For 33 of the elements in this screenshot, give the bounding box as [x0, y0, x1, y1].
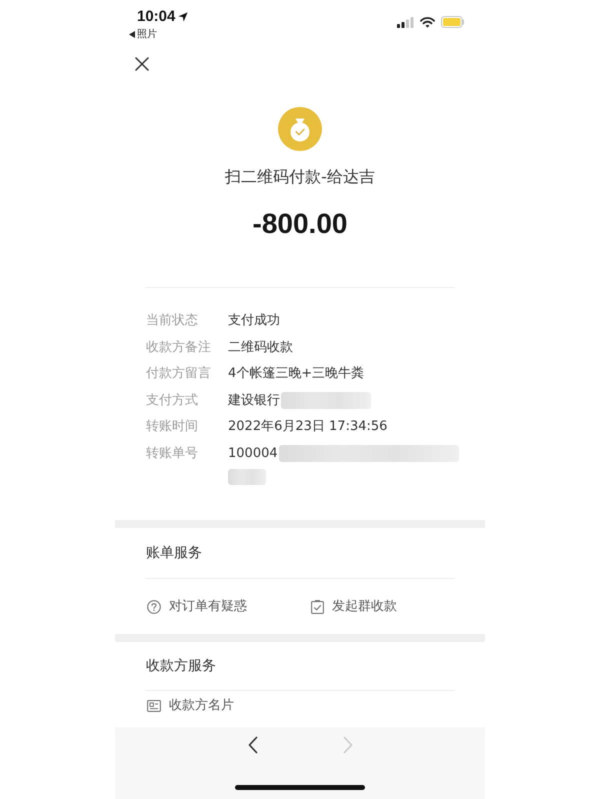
detail-value: 2022年6月23日 17:34:56 [228, 418, 388, 436]
payment-title: 扫二维码付款-给达吉 [225, 167, 375, 186]
card-icon [147, 700, 161, 712]
detail-label: 收款方备注 [146, 338, 211, 356]
detail-value: 支付成功 [228, 312, 280, 330]
service-link[interactable]: 发起群收款 [311, 598, 397, 616]
signal-icon [397, 16, 414, 28]
detail-label: 支付方式 [146, 392, 198, 410]
back-chevron-icon[interactable] [248, 736, 258, 754]
blurred-redaction [228, 469, 266, 485]
wifi-icon [420, 16, 435, 28]
payment-amount: -800.00 [252, 207, 348, 241]
location-arrow-icon [178, 12, 188, 22]
service-link[interactable]: 收款方名片 [147, 697, 234, 715]
section-title: 账单服务 [146, 544, 202, 563]
question-circle-icon [147, 600, 161, 614]
money-bag-icon [278, 107, 322, 151]
detail-value: 建设银行 [228, 392, 280, 410]
detail-value: 100004 [228, 444, 278, 462]
detail-label: 付款方留言 [146, 365, 211, 383]
close-icon[interactable] [135, 57, 149, 71]
battery-icon [441, 16, 465, 28]
document-check-icon [311, 600, 324, 614]
back-triangle-icon [129, 31, 135, 38]
detail-label: 转账单号 [146, 444, 198, 462]
detail-label: 当前状态 [146, 312, 198, 330]
status-time: 10:04 [137, 8, 176, 26]
detail-value: 二维码收款 [228, 338, 293, 356]
service-link[interactable]: 对订单有疑惑 [147, 598, 247, 616]
detail-value: 4个帐篷三晚+三晚牛粪 [228, 365, 364, 383]
detail-label: 转账时间 [146, 418, 198, 436]
section-title: 收款方服务 [146, 657, 216, 676]
back-to-app-link[interactable]: 照片 [129, 28, 157, 41]
